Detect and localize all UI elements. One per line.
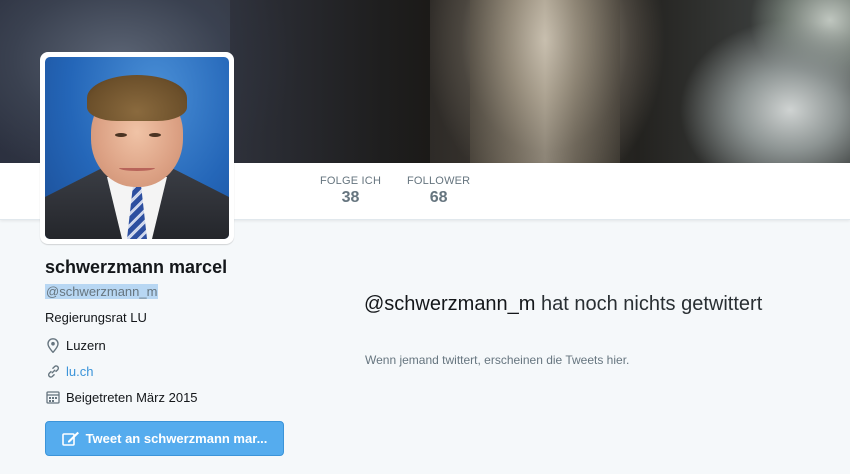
website-link[interactable]: lu.ch (66, 364, 93, 379)
followers-stat[interactable]: FOLLOWER 68 (407, 175, 470, 207)
location-pin-icon (45, 337, 61, 353)
avatar (45, 57, 229, 239)
compose-icon (61, 431, 80, 447)
following-stat[interactable]: FOLGE ICH 38 (320, 175, 381, 207)
avatar-hair (87, 75, 187, 121)
banner-machine-detail (470, 0, 620, 163)
empty-timeline-title: @schwerzmann_m hat noch nichts getwitter… (364, 288, 804, 320)
profile-name[interactable]: schwerzmann marcel (45, 257, 227, 278)
location-text: Luzern (66, 337, 106, 353)
tweet-to-label: Tweet an schwerzmann mar... (85, 431, 268, 446)
avatar-eye-left (115, 133, 127, 137)
profile-bio: Regierungsrat LU (45, 310, 147, 325)
link-icon (45, 363, 61, 379)
profile-handle[interactable]: @schwerzmann_m (45, 284, 159, 299)
profile-location: Luzern (45, 337, 106, 353)
join-date-text: Beigetreten März 2015 (66, 389, 198, 405)
tweet-to-button[interactable]: Tweet an schwerzmann mar... (45, 421, 284, 456)
banner-shadow (230, 0, 430, 163)
avatar-mouth (119, 165, 155, 171)
avatar-eye-right (149, 133, 161, 137)
profile-join-date: Beigetreten März 2015 (45, 389, 198, 405)
followers-label: FOLLOWER (407, 175, 471, 187)
followers-count: 68 (429, 189, 448, 206)
empty-timeline-subtitle: Wenn jemand twittert, erscheinen die Twe… (365, 353, 630, 367)
calendar-icon (45, 389, 61, 405)
following-count: 38 (341, 189, 360, 206)
profile-website[interactable]: lu.ch (45, 363, 93, 379)
empty-timeline-handle: @schwerzmann_m (364, 293, 536, 315)
profile-avatar-frame[interactable] (40, 52, 234, 244)
empty-timeline-title-text: hat noch nichts getwittert (535, 293, 763, 315)
following-label: FOLGE ICH (320, 175, 382, 187)
